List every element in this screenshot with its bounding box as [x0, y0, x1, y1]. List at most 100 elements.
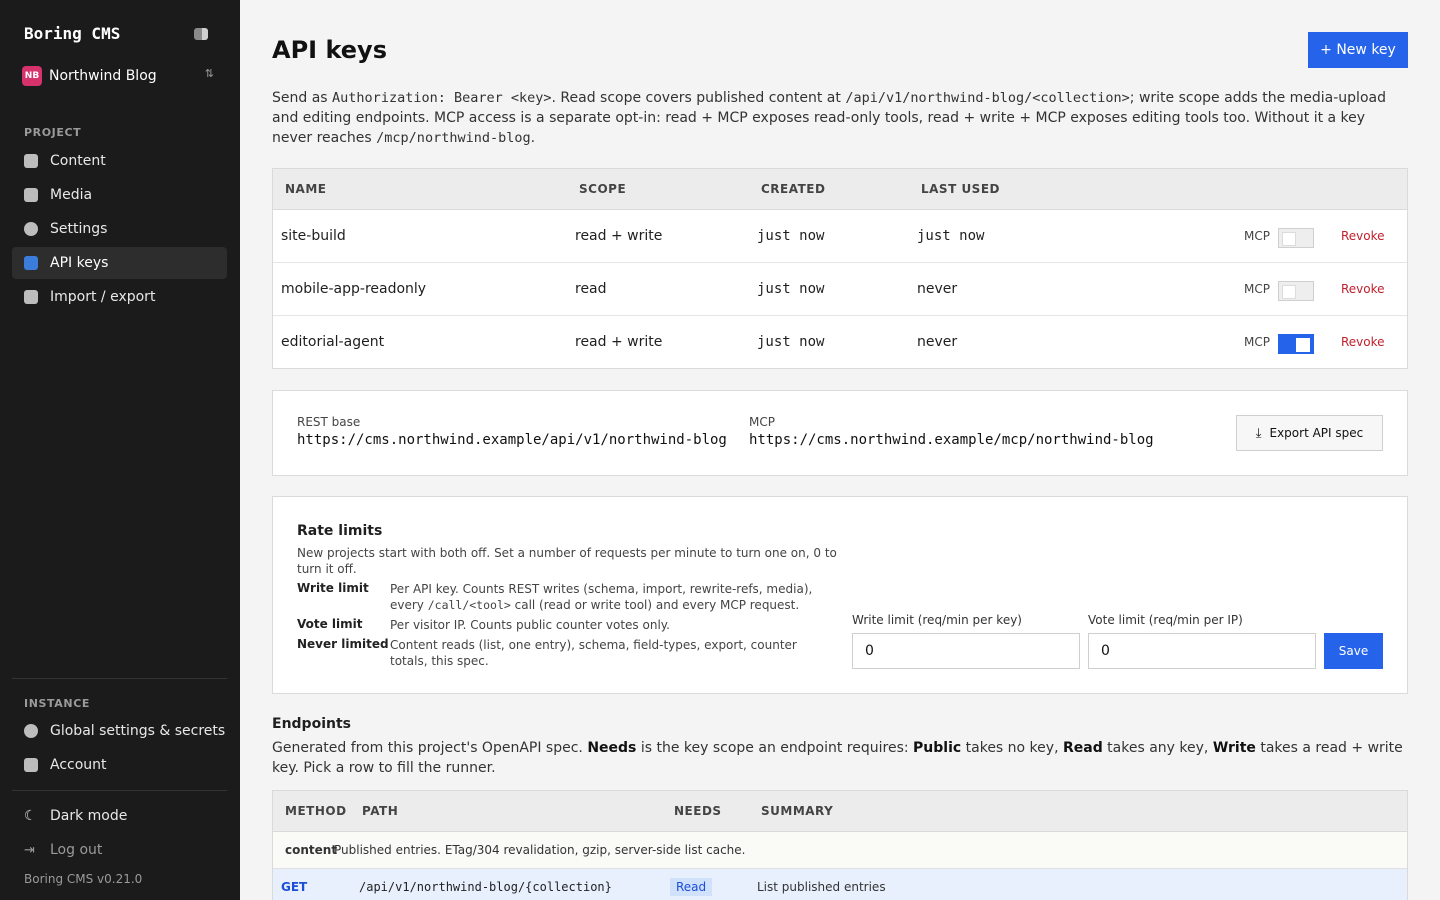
key-scope: read + write [575, 228, 663, 244]
project-section-label: PROJECT [24, 126, 82, 139]
vote-limit-term: Vote limit [297, 617, 363, 631]
mcp-label: MCP [1244, 335, 1270, 349]
sidebar-item-label: Account [50, 757, 107, 773]
sidebar-item-media[interactable]: Media [12, 179, 227, 211]
mcp-label: MCP [1244, 229, 1270, 243]
sidebar-item-settings[interactable]: Settings [12, 213, 227, 245]
mcp-base-label: MCP [749, 415, 775, 429]
group-description: Published entries. ETag/304 revalidation… [334, 843, 746, 857]
account-icon [24, 758, 38, 772]
vote-limit-label: Vote limit (req/min per IP) [1088, 613, 1243, 627]
import-export-icon [24, 290, 38, 304]
api-keys-table: NAME SCOPE CREATED LAST USED site-build … [272, 168, 1408, 369]
logout-button[interactable]: ⇥ Log out [12, 834, 227, 866]
new-key-button[interactable]: + New key [1308, 32, 1408, 68]
endpoints-description: Generated from this project's OpenAPI sp… [272, 740, 1403, 776]
col-scope: SCOPE [579, 182, 627, 196]
rate-limits-card: Rate limits New projects start with both… [272, 496, 1408, 694]
endpoint-path: /api/v1/northwind-blog/{collection} [359, 880, 612, 894]
sidebar-item-global-settings[interactable]: Global settings & secrets [12, 715, 227, 747]
key-created: just now [757, 281, 825, 297]
write-limit-term: Write limit [297, 581, 369, 595]
project-avatar: NB [22, 66, 42, 86]
sidebar-item-label: API keys [50, 255, 109, 271]
intro-text: Send as Authorization: Bearer <key>. Rea… [272, 90, 1386, 146]
endpoints-title: Endpoints [272, 716, 351, 732]
group-name: content [285, 843, 338, 857]
sidebar-item-label: Media [50, 187, 93, 203]
key-name: mobile-app-readonly [281, 281, 427, 297]
write-limit-label: Write limit (req/min per key) [852, 613, 1022, 627]
switch-project-icon[interactable]: ⇅ [205, 67, 214, 80]
col-created: CREATED [761, 182, 826, 196]
col-method: METHOD [285, 804, 347, 818]
rest-base-url: https://cms.northwind.example/api/v1/nor… [297, 432, 727, 448]
col-last-used: LAST USED [921, 182, 1000, 196]
sidebar-item-import-export[interactable]: Import / export [12, 281, 227, 313]
instance-section-label: INSTANCE [24, 697, 90, 710]
key-created: just now [757, 228, 825, 244]
write-limit-input[interactable] [852, 633, 1080, 669]
key-scope: read [575, 281, 607, 297]
key-scope: read + write [575, 334, 663, 350]
brand-title: Boring CMS [24, 24, 121, 43]
version-label: Boring CMS v0.21.0 [24, 872, 143, 886]
sidebar-item-api-keys[interactable]: API keys [12, 247, 227, 279]
mcp-toggle[interactable] [1278, 281, 1314, 301]
sidebar-item-label: Import / export [50, 289, 156, 305]
col-path: PATH [362, 804, 399, 818]
mcp-toggle[interactable] [1278, 334, 1314, 354]
endpoint-method: GET [281, 880, 308, 894]
table-row: editorial-agent read + write just now ne… [273, 316, 1407, 369]
never-limited-term: Never limited [297, 637, 389, 651]
export-api-spec-button[interactable]: ⤓ Export API spec [1236, 415, 1383, 451]
project-name: Northwind Blog [49, 68, 157, 84]
key-icon [24, 256, 38, 270]
dark-mode-label: Dark mode [50, 808, 128, 824]
endpoint-summary: List published entries [757, 880, 886, 894]
gear-icon [24, 222, 38, 236]
sidebar-item-content[interactable]: Content [12, 145, 227, 177]
revoke-button[interactable]: Revoke [1341, 229, 1385, 243]
never-limited-description: Content reads (list, one entry), schema,… [390, 638, 797, 668]
mcp-label: MCP [1244, 282, 1270, 296]
revoke-button[interactable]: Revoke [1341, 335, 1385, 349]
vote-limit-input[interactable] [1088, 633, 1316, 669]
rate-limits-description: New projects start with both off. Set a … [297, 546, 837, 576]
table-row[interactable]: GET /api/v1/northwind-blog/{collection} … [273, 869, 1407, 900]
col-summary: SUMMARY [761, 804, 834, 818]
mcp-toggle[interactable] [1278, 228, 1314, 248]
book-icon [24, 154, 38, 168]
key-last-used: never [917, 334, 958, 350]
dark-mode-toggle[interactable]: ☾ Dark mode [12, 800, 227, 832]
sidebar-item-account[interactable]: Account [12, 749, 227, 781]
sidebar-divider [12, 678, 227, 679]
table-header: NAME SCOPE CREATED LAST USED [273, 169, 1407, 210]
needs-badge: Read [670, 878, 713, 896]
revoke-button[interactable]: Revoke [1341, 282, 1385, 296]
table-row: mobile-app-readonly read just now never … [273, 263, 1407, 316]
logout-icon: ⇥ [24, 842, 35, 858]
page-title: API keys [272, 36, 387, 64]
download-icon: ⤓ [1255, 425, 1262, 441]
sidebar-item-label: Global settings & secrets [50, 723, 226, 739]
project-switcher[interactable]: NB Northwind Blog ⇅ [22, 65, 218, 87]
save-button[interactable]: Save [1324, 633, 1383, 669]
moon-icon: ☾ [24, 808, 37, 824]
logout-label: Log out [50, 842, 103, 858]
rest-base-label: REST base [297, 415, 361, 429]
sidebar-item-label: Content [50, 153, 106, 169]
sidebar: Boring CMS NB Northwind Blog ⇅ PROJECT C… [0, 0, 240, 900]
endpoint-group: content Published entries. ETag/304 reva… [273, 832, 1407, 869]
collapse-sidebar-icon[interactable] [194, 28, 208, 40]
main-content: API keys + New key Send as Authorization… [240, 0, 1440, 900]
endpoints-table: METHOD PATH NEEDS SUMMARY content Publis… [272, 790, 1408, 900]
table-row: site-build read + write just now just no… [273, 210, 1407, 263]
key-name: site-build [281, 228, 346, 244]
mcp-base-url: https://cms.northwind.example/mcp/northw… [749, 432, 1154, 448]
vote-limit-description: Per visitor IP. Counts public counter vo… [390, 618, 670, 632]
gear-icon [24, 724, 38, 738]
base-urls-card: REST base https://cms.northwind.example/… [272, 390, 1408, 476]
write-limit-description: Per API key. Counts REST writes (schema,… [390, 582, 813, 612]
sidebar-item-label: Settings [50, 221, 108, 237]
